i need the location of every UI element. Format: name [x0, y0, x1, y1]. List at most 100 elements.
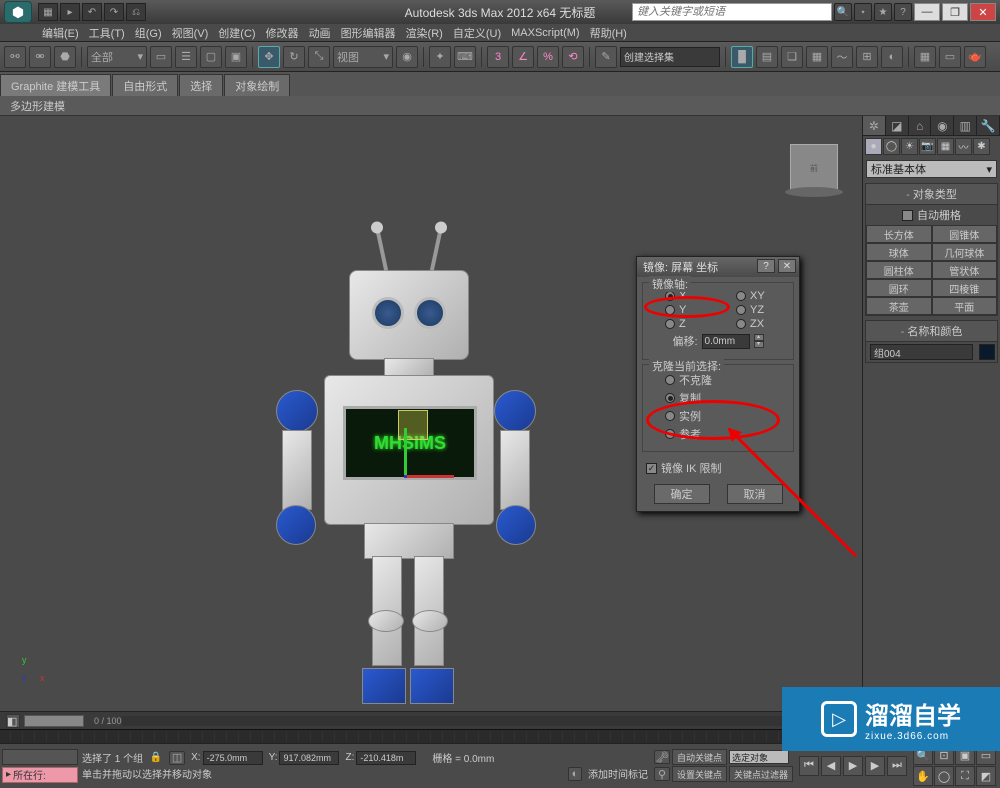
coord-x[interactable]: -275.0mm — [203, 751, 263, 765]
geometry-subcategory-dropdown[interactable]: 标准基本体▾ — [866, 160, 997, 178]
menu-tools[interactable]: 工具(T) — [87, 25, 127, 41]
select-manipulate-icon[interactable]: ✦ — [429, 46, 451, 68]
rollout-header-namecolor[interactable]: 名称和颜色 — [866, 321, 997, 342]
favorites-icon[interactable]: ★ — [874, 3, 892, 21]
named-selection-dropdown[interactable]: 创建选择集 — [620, 47, 720, 67]
ribbon-tab-freeform[interactable]: 自由形式 — [112, 74, 178, 96]
menu-edit[interactable]: 编辑(E) — [40, 25, 81, 41]
prim-plane[interactable]: 平面 — [932, 297, 998, 315]
graphite-toggle-icon[interactable]: ▦ — [806, 46, 828, 68]
dialog-close-button[interactable]: ✕ — [778, 259, 796, 273]
window-crossing-icon[interactable]: ▣ — [225, 46, 247, 68]
material-editor-icon[interactable]: ◐ — [881, 46, 903, 68]
rendered-frame-icon[interactable]: ▭ — [939, 46, 961, 68]
qat-open-icon[interactable]: ▸ — [60, 3, 80, 21]
prim-torus[interactable]: 圆环 — [866, 279, 932, 297]
prim-tube[interactable]: 管状体 — [932, 261, 998, 279]
axis-zx-radio[interactable] — [736, 319, 746, 329]
hierarchy-tab-icon[interactable]: ⌂ — [909, 116, 932, 135]
clone-copy-radio[interactable] — [665, 393, 675, 403]
pan-icon[interactable]: ✋ — [913, 766, 933, 786]
percent-snap-icon[interactable]: % — [537, 46, 559, 68]
select-and-rotate-icon[interactable]: ↻ — [283, 46, 305, 68]
menu-grapheditors[interactable]: 图形编辑器 — [339, 25, 398, 41]
align-icon[interactable]: ▤ — [756, 46, 778, 68]
motion-tab-icon[interactable]: ◉ — [931, 116, 954, 135]
restore-button[interactable]: ❐ — [942, 3, 968, 21]
key-filters-button[interactable]: 关键点过滤器 — [729, 766, 793, 782]
help-icon[interactable]: ? — [894, 3, 912, 21]
prim-box[interactable]: 长方体 — [866, 225, 932, 243]
maxscript-listener-button[interactable]: ▸所在行: — [2, 767, 78, 783]
display-tab-icon[interactable]: ▥ — [954, 116, 977, 135]
fov-icon[interactable]: ◩ — [976, 766, 996, 786]
clone-none-radio[interactable] — [665, 375, 675, 385]
bind-icon[interactable]: ⬣ — [54, 46, 76, 68]
spacewarps-icon[interactable]: 〰 — [955, 138, 972, 155]
key-mode-icon[interactable]: 🗝 — [654, 750, 670, 764]
mirror-ik-checkbox[interactable]: ✓ — [646, 463, 657, 474]
select-and-move-icon[interactable]: ✥ — [258, 46, 280, 68]
axis-yz-radio[interactable] — [736, 305, 746, 315]
geometry-icon[interactable]: ● — [865, 138, 882, 155]
lights-icon[interactable]: ☀ — [901, 138, 918, 155]
maximize-viewport-icon[interactable]: ⛶ — [955, 766, 975, 786]
help-search-input[interactable] — [632, 3, 832, 21]
edit-selection-set-icon[interactable]: ✎ — [595, 46, 617, 68]
create-tab-icon[interactable]: ✲ — [863, 116, 886, 135]
render-setup-icon[interactable]: ▦ — [914, 46, 936, 68]
select-by-name-icon[interactable]: ☰ — [175, 46, 197, 68]
viewcube[interactable]: 前 — [790, 144, 838, 192]
dialog-titlebar[interactable]: 镜像: 屏幕 坐标 ? ✕ — [637, 257, 799, 277]
curve-editor-icon[interactable]: 〜 — [831, 46, 853, 68]
prim-geosphere[interactable]: 几何球体 — [932, 243, 998, 261]
coord-z[interactable]: -210.418m — [356, 751, 416, 765]
dialog-help-button[interactable]: ? — [757, 259, 775, 273]
ribbon-tab-objectpaint[interactable]: 对象绘制 — [224, 74, 290, 96]
add-time-tag[interactable]: 添加时间标记 — [588, 766, 648, 781]
ribbon-tab-graphite[interactable]: Graphite 建模工具 — [0, 74, 111, 96]
menu-customize[interactable]: 自定义(U) — [451, 25, 503, 41]
qat-new-icon[interactable]: ▦ — [38, 3, 58, 21]
rollout-header-objtype[interactable]: 对象类型 — [866, 184, 997, 205]
axis-y-radio[interactable] — [665, 305, 675, 315]
menu-group[interactable]: 组(G) — [133, 25, 164, 41]
qat-undo-icon[interactable]: ↷ — [104, 3, 124, 21]
prim-cone[interactable]: 圆锥体 — [932, 225, 998, 243]
autogrid-checkbox[interactable] — [902, 210, 913, 221]
time-tag-icon[interactable]: ◐ — [568, 767, 582, 781]
menu-maxscript[interactable]: MAXScript(M) — [509, 27, 581, 39]
coord-y[interactable]: 917.082mm — [279, 751, 339, 765]
orbit-icon[interactable]: ◯ — [934, 766, 954, 786]
isolate-icon[interactable]: ◫ — [169, 751, 185, 765]
search-icon[interactable]: 🔍 — [834, 3, 852, 21]
snap-toggle-icon[interactable]: 3 — [487, 46, 509, 68]
object-color-swatch[interactable] — [979, 344, 995, 360]
menu-modifiers[interactable]: 修改器 — [264, 25, 301, 41]
prim-pyramid[interactable]: 四棱锥 — [932, 279, 998, 297]
menu-rendering[interactable]: 渲染(R) — [404, 25, 445, 41]
app-icon[interactable]: ⬢ — [4, 1, 32, 23]
pivot-center-icon[interactable]: ◉ — [396, 46, 418, 68]
axis-z-radio[interactable] — [665, 319, 675, 329]
unlink-icon[interactable]: ⚮ — [29, 46, 51, 68]
infocenter-icon[interactable]: ⋆ — [854, 3, 872, 21]
prim-cylinder[interactable]: 圆柱体 — [866, 261, 932, 279]
maxscript-mini-listener[interactable] — [2, 749, 78, 765]
prim-teapot[interactable]: 茶壶 — [866, 297, 932, 315]
selection-filter-dropdown[interactable]: 全部▾ — [87, 46, 147, 68]
auto-key-button[interactable]: 自动关键点 — [672, 749, 727, 765]
timeline-config-icon[interactable]: ◧ — [6, 714, 20, 728]
set-key-button[interactable]: 设置关键点 — [672, 766, 727, 782]
qat-save-icon[interactable]: ↶ — [82, 3, 102, 21]
layer-manager-icon[interactable]: ❏ — [781, 46, 803, 68]
helpers-icon[interactable]: ▦ — [937, 138, 954, 155]
axis-xy-radio[interactable] — [736, 291, 746, 301]
select-region-icon[interactable]: ▢ — [200, 46, 222, 68]
keyboard-shortcut-icon[interactable]: ⌨ — [454, 46, 476, 68]
scene-object-robot[interactable]: MHSIMS — [264, 240, 544, 707]
spinner-up[interactable]: ▴ — [754, 334, 764, 341]
select-and-scale-icon[interactable]: ⤡ — [308, 46, 330, 68]
link-icon[interactable]: ⚯ — [4, 46, 26, 68]
mirror-icon[interactable]: ▐▌ — [731, 46, 753, 68]
